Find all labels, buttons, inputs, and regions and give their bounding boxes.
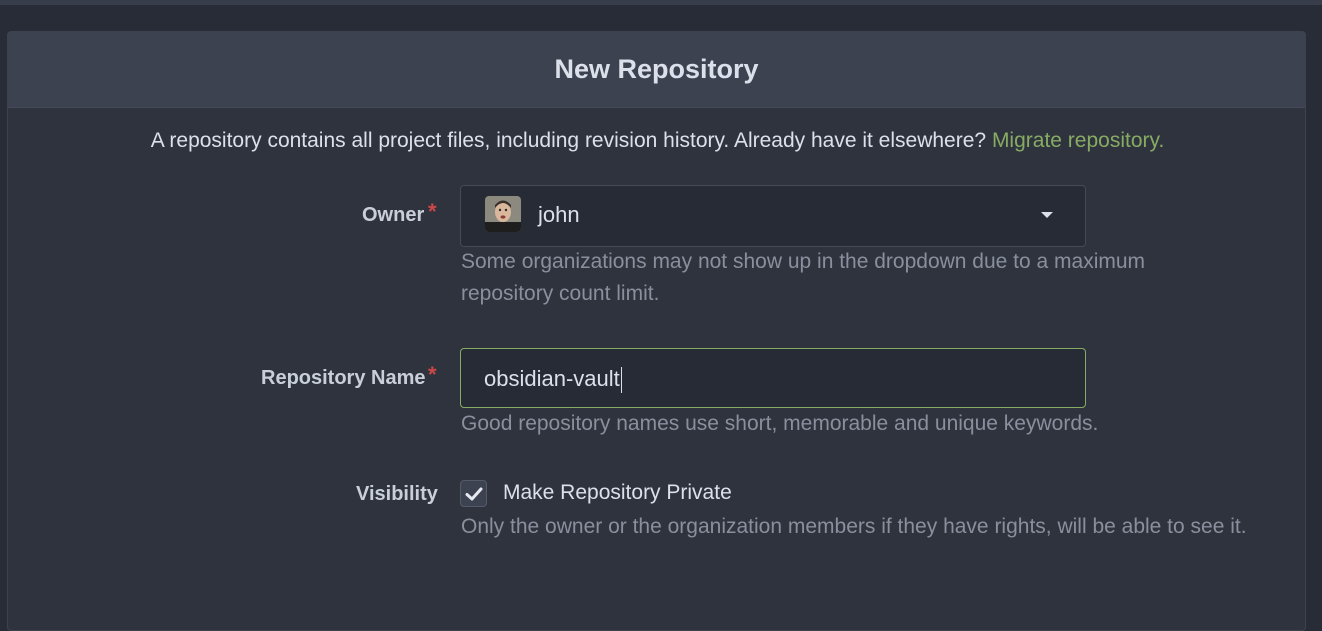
visibility-help-text: Only the owner or the organization membe…	[461, 515, 1247, 538]
make-private-label[interactable]: Make Repository Private	[503, 481, 732, 505]
repository-name-help-text: Good repository names use short, memorab…	[461, 412, 1099, 435]
chevron-down-icon	[1041, 212, 1053, 218]
intro-text: A repository contains all project files,…	[8, 129, 1307, 153]
repository-name-value-wrap: obsidian-vault	[484, 366, 622, 394]
page-title: New Repository	[8, 32, 1305, 108]
intro-description: A repository contains all project files,…	[150, 129, 987, 152]
repository-name-required-mark: *	[428, 362, 437, 387]
top-nav-bar	[0, 0, 1322, 5]
repository-name-value: obsidian-vault	[484, 366, 620, 391]
migrate-repository-link[interactable]: Migrate repository.	[992, 129, 1164, 152]
text-cursor	[620, 367, 622, 394]
check-icon	[465, 487, 483, 501]
make-private-checkbox[interactable]	[460, 480, 487, 507]
owner-help-text: Some organizations may not show up in th…	[461, 250, 1146, 305]
owner-label: Owner	[362, 204, 425, 226]
visibility-label: Visibility	[356, 483, 438, 505]
user-avatar	[485, 196, 521, 232]
owner-selected-value: john	[538, 202, 580, 227]
owner-dropdown[interactable]: john	[460, 185, 1086, 247]
owner-required-mark: *	[428, 199, 437, 224]
repository-name-label: Repository Name	[261, 367, 426, 389]
